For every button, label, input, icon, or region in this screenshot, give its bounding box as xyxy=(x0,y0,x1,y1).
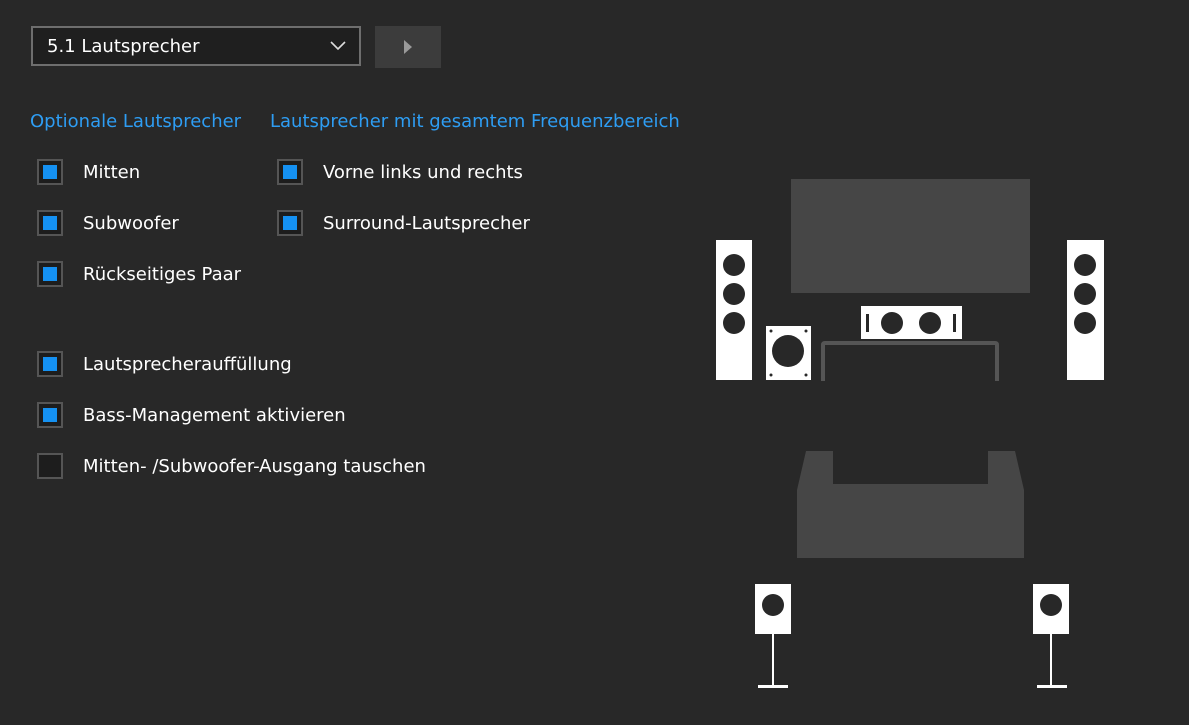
surround-right-speaker[interactable] xyxy=(1033,584,1069,688)
surround-left-speaker[interactable] xyxy=(755,584,791,688)
center-speaker[interactable] xyxy=(861,306,962,339)
front-right-speaker[interactable] xyxy=(1067,240,1104,380)
front-left-speaker[interactable] xyxy=(716,240,752,380)
couch xyxy=(797,451,1024,558)
tv-screen xyxy=(791,179,1030,293)
tv-stand xyxy=(821,341,999,381)
subwoofer-speaker[interactable] xyxy=(766,326,811,380)
speaker-layout-diagram xyxy=(716,179,1104,688)
